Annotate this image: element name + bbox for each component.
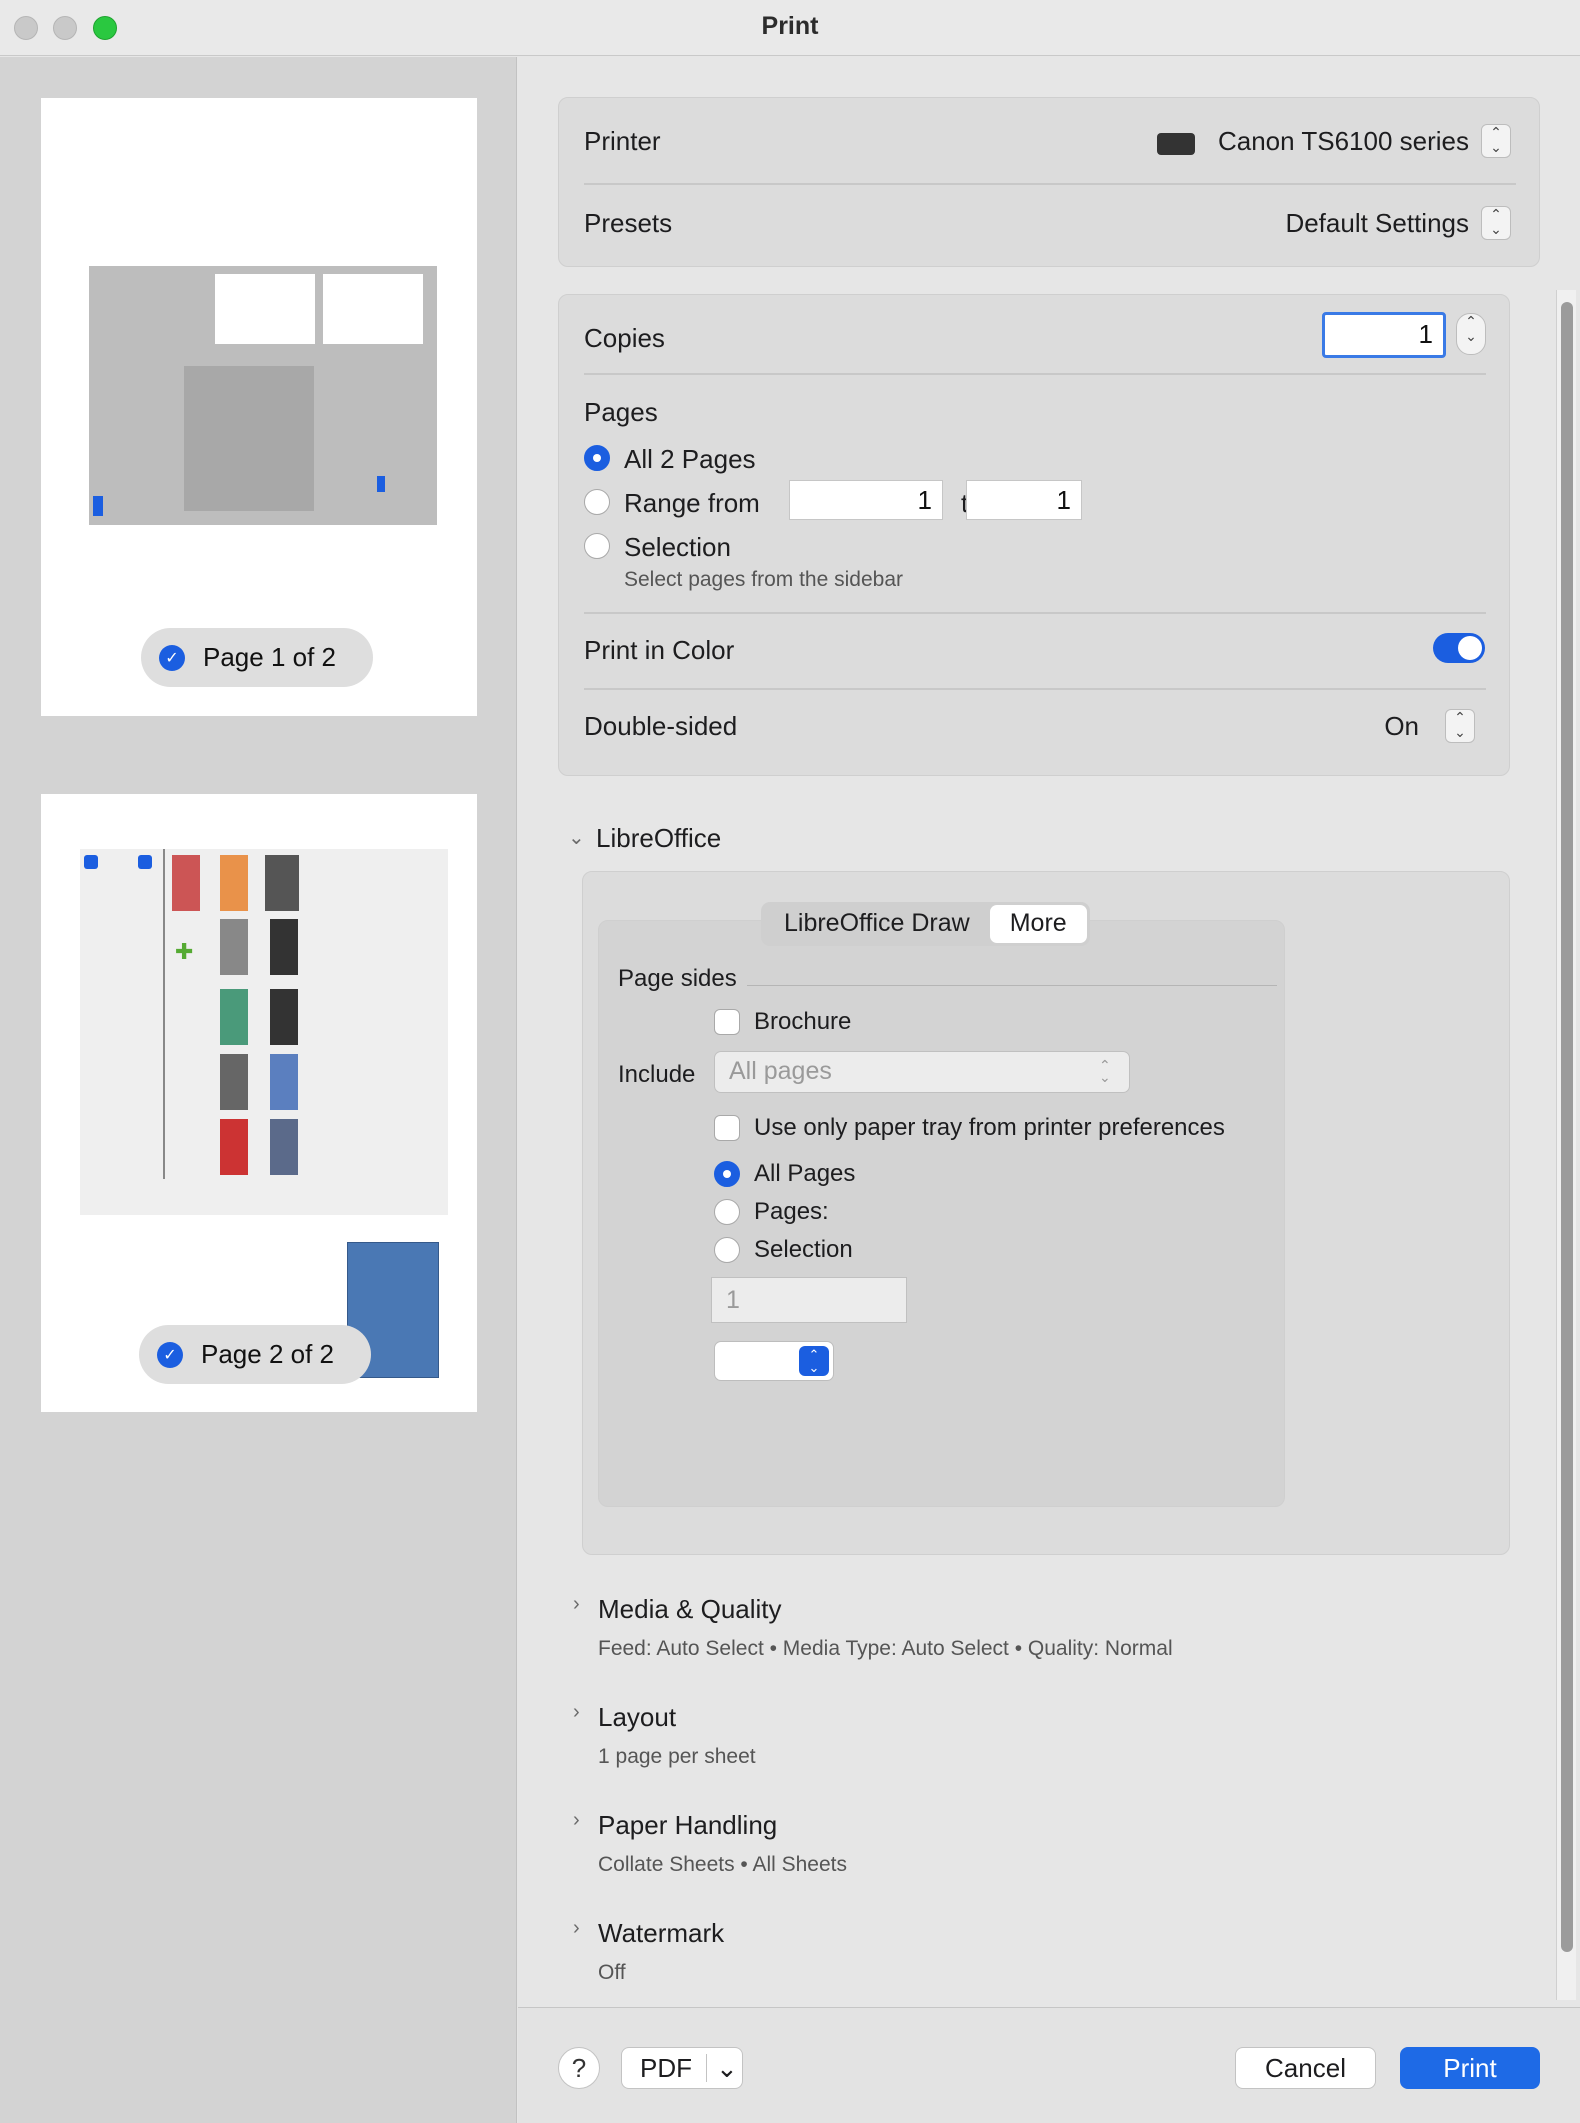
page-2-selected-pill[interactable]: ✓ Page 2 of 2 xyxy=(139,1325,371,1384)
divider xyxy=(584,612,1486,614)
page-sides-label: Page sides xyxy=(618,965,737,992)
chevron-down-icon[interactable]: ⌄ xyxy=(568,825,585,850)
printer-presets-card: Printer Canon TS6100 series ⌃ ⌄ Presets D… xyxy=(558,97,1540,267)
libreoffice-inner-box: Page sides Brochure Include All pages ⌃ ⌄… xyxy=(598,920,1285,1507)
include-select[interactable]: All pages xyxy=(714,1051,1130,1093)
libreoffice-tabs: LibreOffice Draw More xyxy=(761,902,1090,946)
page-2-label: Page 2 of 2 xyxy=(201,1339,334,1369)
selection-hint: Select pages from the sidebar xyxy=(624,568,903,591)
watermark-summary: Off xyxy=(598,1961,626,1984)
media-quality-summary: Feed: Auto Select • Media Type: Auto Sel… xyxy=(598,1637,1173,1660)
section-paper-handling[interactable]: Paper Handling xyxy=(598,1810,777,1841)
section-watermark[interactable]: Watermark xyxy=(598,1918,724,1949)
presets-value[interactable]: Default Settings xyxy=(1159,208,1469,239)
checkmark-icon: ✓ xyxy=(159,644,185,671)
layout-summary: 1 page per sheet xyxy=(598,1745,756,1768)
page-thumbnail-1[interactable]: ✓ Page 1 of 2 xyxy=(41,98,477,716)
libreoffice-section-title[interactable]: LibreOffice xyxy=(596,823,721,854)
print-color-toggle[interactable] xyxy=(1433,633,1485,663)
preview-sidebar: ✓ Page 1 of 2 ✚ ✓ Page 2 of 2 xyxy=(0,57,517,2123)
printer-icon xyxy=(1157,133,1195,155)
page-1-preview-image xyxy=(89,266,437,525)
libreoffice-panel: Page sides Brochure Include All pages ⌃ ⌄… xyxy=(582,871,1510,1555)
presets-select-chevrons-icon[interactable]: ⌃ ⌄ xyxy=(1481,206,1511,240)
chevrons-icon: ⌃ ⌄ xyxy=(1099,1057,1111,1085)
lo-all-pages-label: All Pages xyxy=(754,1160,856,1187)
chevron-right-icon[interactable]: › xyxy=(573,1701,580,1724)
scroll-thumb[interactable] xyxy=(1561,302,1573,1952)
lo-pages-radio[interactable] xyxy=(714,1199,740,1225)
print-button[interactable]: Print xyxy=(1400,2047,1540,2089)
lo-dropdown[interactable]: ⌃ ⌄ xyxy=(714,1341,834,1381)
all-pages-radio[interactable] xyxy=(584,445,610,471)
paper-handling-summary: Collate Sheets • All Sheets xyxy=(598,1853,847,1876)
lo-selection-label: Selection xyxy=(754,1236,853,1263)
selection-label: Selection xyxy=(624,532,731,562)
presets-label: Presets xyxy=(584,208,673,238)
printer-select-chevrons-icon[interactable]: ⌃ ⌄ xyxy=(1481,124,1511,158)
window-title: Print xyxy=(761,12,819,40)
range-radio[interactable] xyxy=(584,489,610,515)
help-button[interactable]: ? xyxy=(558,2047,600,2089)
lo-selection-radio[interactable] xyxy=(714,1237,740,1263)
copies-pages-card: Copies 1 ⌃ ⌄ Pages All 2 Pages Range from… xyxy=(558,294,1510,776)
double-sided-chevrons-icon[interactable]: ⌃ ⌄ xyxy=(1445,709,1475,743)
all-pages-label: All 2 Pages xyxy=(624,444,756,474)
double-sided-value[interactable]: On xyxy=(1339,711,1419,742)
copies-stepper[interactable]: ⌃ ⌄ xyxy=(1456,313,1486,355)
section-media-quality[interactable]: Media & Quality xyxy=(598,1594,782,1625)
chevron-right-icon[interactable]: › xyxy=(573,1809,580,1832)
cancel-button[interactable]: Cancel xyxy=(1235,2047,1376,2089)
include-label: Include xyxy=(618,1061,696,1088)
tab-more[interactable]: More xyxy=(989,905,1087,943)
lo-pages-input[interactable]: 1 xyxy=(711,1277,907,1323)
chevron-right-icon[interactable]: › xyxy=(573,1593,580,1616)
chevron-down-icon: ⌄ xyxy=(716,2053,738,2083)
lo-all-pages-radio[interactable] xyxy=(714,1161,740,1187)
checkmark-icon: ✓ xyxy=(157,1341,183,1368)
double-sided-label: Double-sided xyxy=(584,711,738,741)
printer-value[interactable]: Canon TS6100 series xyxy=(1199,126,1469,157)
paper-tray-checkbox[interactable] xyxy=(714,1115,740,1141)
copies-input[interactable]: 1 xyxy=(1322,312,1446,358)
lo-pages-label: Pages: xyxy=(754,1198,829,1225)
divider xyxy=(584,183,1516,185)
range-start-input[interactable]: 1 xyxy=(789,480,943,520)
chevrons-icon: ⌃ ⌄ xyxy=(799,1346,829,1376)
page-2-preview-image: ✚ xyxy=(80,849,448,1215)
title-bar: Print xyxy=(0,0,1580,56)
pdf-menu-button[interactable]: PDF ⌄ xyxy=(621,2047,743,2089)
dialog-footer: ? PDF ⌄ Cancel Print xyxy=(518,2007,1580,2123)
tab-libreoffice-draw[interactable]: LibreOffice Draw xyxy=(764,905,990,943)
printer-label: Printer xyxy=(584,126,661,156)
print-color-label: Print in Color xyxy=(584,635,735,665)
selection-radio[interactable] xyxy=(584,533,610,559)
settings-panel: Printer Canon TS6100 series ⌃ ⌄ Presets D… xyxy=(518,57,1580,2007)
print-dialog: Print ✓ Page 1 of 2 ✚ ✓ Page 2 of 2 Prin… xyxy=(0,0,1580,2123)
section-layout[interactable]: Layout xyxy=(598,1702,676,1733)
pages-label: Pages xyxy=(584,397,658,427)
chevron-right-icon[interactable]: › xyxy=(573,1917,580,1940)
brochure-checkbox[interactable] xyxy=(714,1009,740,1035)
brochure-label: Brochure xyxy=(754,1008,852,1035)
divider xyxy=(584,688,1486,690)
page-thumbnail-2[interactable]: ✚ ✓ Page 2 of 2 xyxy=(41,794,477,1412)
pdf-label: PDF xyxy=(640,2053,692,2083)
range-from-label: Range from xyxy=(624,488,760,518)
page-1-label: Page 1 of 2 xyxy=(203,642,336,672)
paper-tray-label: Use only paper tray from printer prefere… xyxy=(754,1114,1225,1141)
divider xyxy=(584,373,1486,375)
page-1-selected-pill[interactable]: ✓ Page 1 of 2 xyxy=(141,628,373,687)
range-end-input[interactable]: 1 xyxy=(966,480,1082,520)
copies-label: Copies xyxy=(584,323,665,353)
scrollbar[interactable] xyxy=(1556,290,1576,2000)
divider xyxy=(747,985,1277,986)
